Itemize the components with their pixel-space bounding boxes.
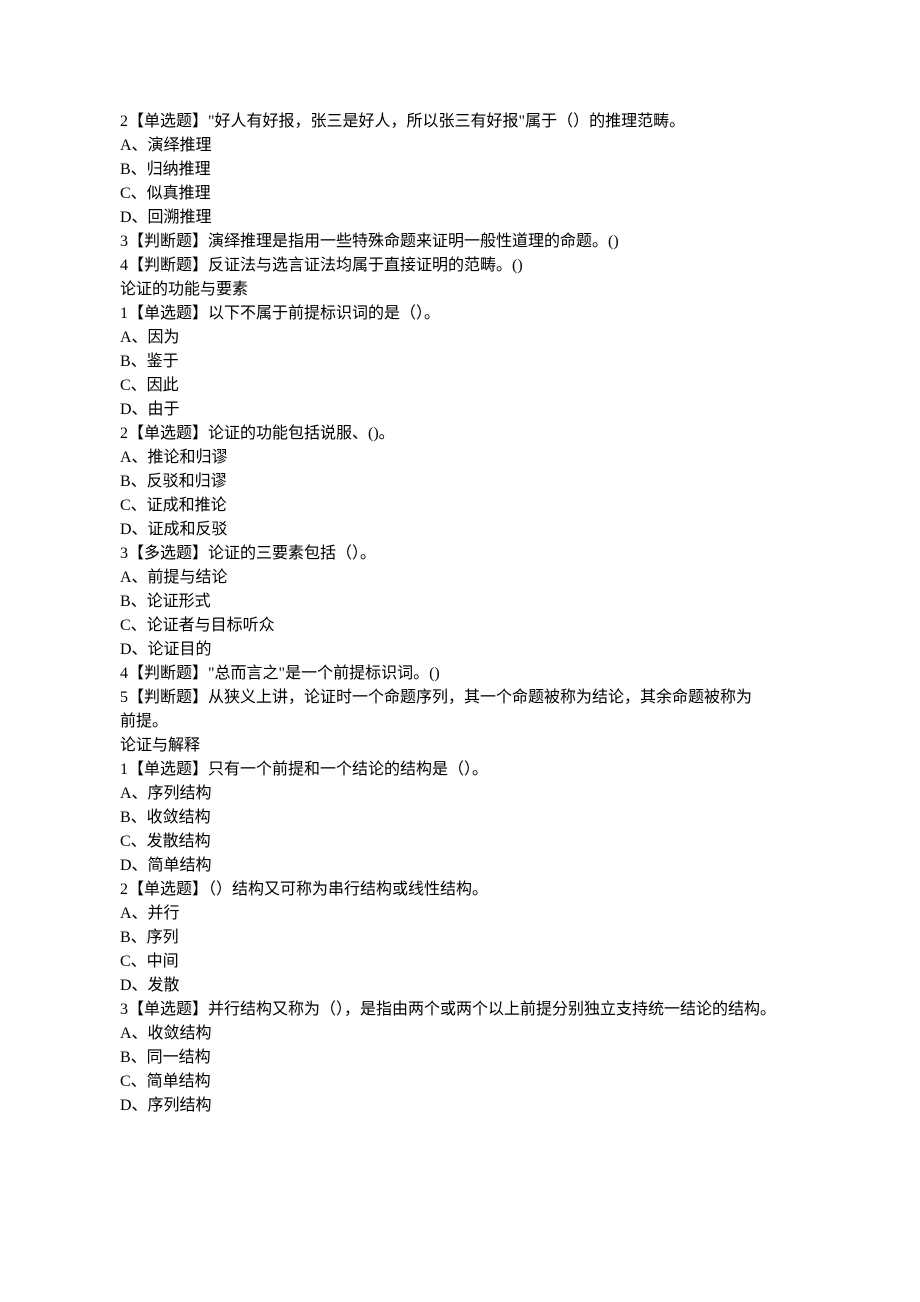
text-line: C、中间 <box>120 950 800 974</box>
text-line: B、序列 <box>120 926 800 950</box>
text-line: 4【判断题】反证法与选言证法均属于直接证明的范畴。() <box>120 254 800 278</box>
text-line: D、由于 <box>120 398 800 422</box>
text-line: 2【单选题】"好人有好报，张三是好人，所以张三有好报"属于（）的推理范畴。 <box>120 110 800 134</box>
text-line: B、反驳和归谬 <box>120 470 800 494</box>
text-line: 1【单选题】以下不属于前提标识词的是（）。 <box>120 302 800 326</box>
text-line: A、演绎推理 <box>120 134 800 158</box>
text-line: 3【判断题】演绎推理是指用一些特殊命题来证明一般性道理的命题。() <box>120 230 800 254</box>
text-line: B、归纳推理 <box>120 158 800 182</box>
text-line: C、发散结构 <box>120 830 800 854</box>
text-line: B、收敛结构 <box>120 806 800 830</box>
text-line: D、发散 <box>120 974 800 998</box>
text-line: C、证成和推论 <box>120 494 800 518</box>
text-line: D、证成和反驳 <box>120 518 800 542</box>
text-line: A、序列结构 <box>120 782 800 806</box>
text-line: A、因为 <box>120 326 800 350</box>
text-line: 2【单选题】论证的功能包括说服、()。 <box>120 422 800 446</box>
text-line: A、前提与结论 <box>120 566 800 590</box>
text-line: D、简单结构 <box>120 854 800 878</box>
text-line: D、回溯推理 <box>120 206 800 230</box>
text-line: 4【判断题】"总而言之"是一个前提标识词。() <box>120 662 800 686</box>
text-line: 3【单选题】并行结构又称为（），是指由两个或两个以上前提分别独立支持统一结论的结… <box>120 998 800 1022</box>
text-line: 前提。 <box>120 710 800 734</box>
text-line: A、推论和归谬 <box>120 446 800 470</box>
text-line: C、因此 <box>120 374 800 398</box>
text-line: A、收敛结构 <box>120 1022 800 1046</box>
text-line: B、论证形式 <box>120 590 800 614</box>
text-line: C、论证者与目标听众 <box>120 614 800 638</box>
text-line: 论证与解释 <box>120 734 800 758</box>
text-line: B、鉴于 <box>120 350 800 374</box>
text-line: 3【多选题】论证的三要素包括（）。 <box>120 542 800 566</box>
text-line: A、并行 <box>120 902 800 926</box>
text-line: C、简单结构 <box>120 1070 800 1094</box>
text-line: D、序列结构 <box>120 1094 800 1118</box>
text-line: B、同一结构 <box>120 1046 800 1070</box>
text-line: 论证的功能与要素 <box>120 278 800 302</box>
text-line: C、似真推理 <box>120 182 800 206</box>
text-line: 2【单选题】（）结构又可称为串行结构或线性结构。 <box>120 878 800 902</box>
text-line: 5【判断题】从狭义上讲，论证时一个命题序列，其一个命题被称为结论，其余命题被称为 <box>120 686 800 710</box>
text-line: 1【单选题】只有一个前提和一个结论的结构是（）。 <box>120 758 800 782</box>
text-line: D、论证目的 <box>120 638 800 662</box>
document-page: 2【单选题】"好人有好报，张三是好人，所以张三有好报"属于（）的推理范畴。 A、… <box>0 0 920 1302</box>
